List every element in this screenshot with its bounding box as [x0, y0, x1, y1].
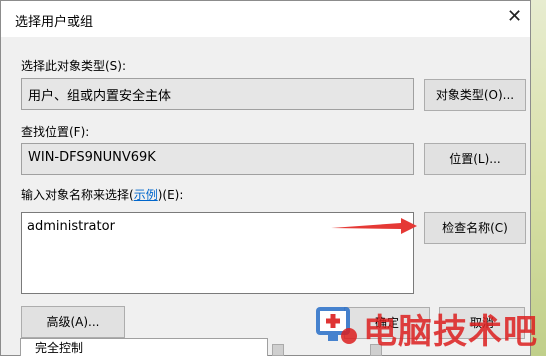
object-names-label-prefix: 输入对象名称来选择(: [21, 188, 134, 202]
watermark: 电脑技术吧: [305, 298, 543, 354]
background-checkbox: [272, 344, 284, 356]
close-icon[interactable]: ✕: [507, 7, 522, 27]
locations-button[interactable]: 位置(L)...: [424, 143, 526, 175]
red-arrow-annotation: [331, 218, 417, 234]
check-names-button[interactable]: 检查名称(C): [424, 212, 526, 244]
location-value: WIN-DFS9NUNV69K: [28, 150, 156, 165]
watermark-logo-icon: [316, 307, 357, 344]
object-types-button[interactable]: 对象类型(O)...: [424, 79, 526, 111]
permission-item: 完全控制: [35, 341, 84, 355]
title-bar: 选择用户或组 ✕: [1, 1, 530, 37]
object-type-value: 用户、组或内置安全主体: [28, 89, 172, 104]
object-type-label: 选择此对象类型(S):: [21, 59, 127, 73]
background-permission-list: 完全控制: [20, 338, 268, 356]
object-names-value: administrator: [27, 219, 115, 234]
object-names-label: 输入对象名称来选择(示例)(E):: [21, 186, 183, 203]
object-type-field: 用户、组或内置安全主体: [21, 78, 414, 110]
location-field: WIN-DFS9NUNV69K: [21, 143, 414, 175]
object-names-label-suffix: )(E):: [157, 188, 184, 202]
location-label: 查找位置(F):: [21, 125, 90, 139]
dialog-title: 选择用户或组: [15, 15, 94, 30]
red-arrow-icon: [331, 218, 417, 234]
advanced-button[interactable]: 高级(A)...: [21, 306, 125, 338]
watermark-text: 电脑技术吧: [363, 312, 538, 352]
examples-link[interactable]: 示例: [134, 188, 158, 202]
